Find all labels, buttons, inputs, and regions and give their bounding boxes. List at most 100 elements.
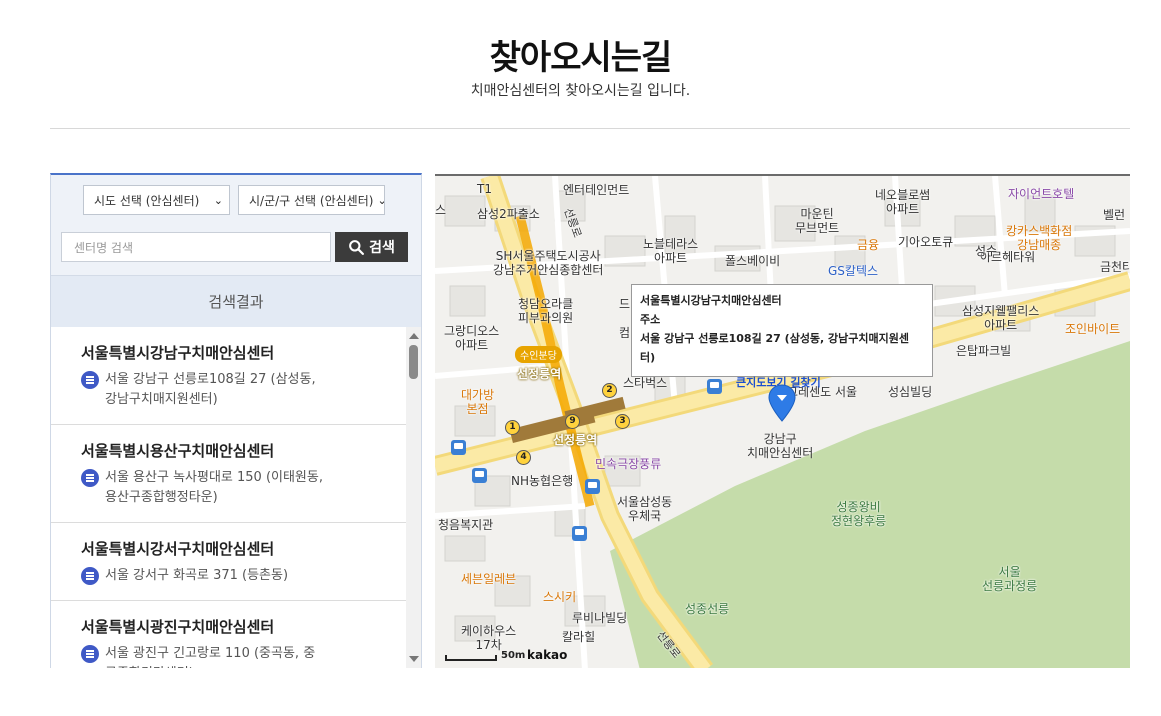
map-label: 금융 bbox=[857, 238, 880, 252]
map-label: 벨런 bbox=[1103, 208, 1126, 222]
list-icon bbox=[81, 371, 99, 389]
center-name: 서울특별시광진구치매안심센터 bbox=[81, 618, 275, 636]
scale-bar bbox=[445, 655, 497, 661]
bus-stop-icon[interactable] bbox=[451, 440, 466, 455]
search-icon bbox=[349, 239, 365, 255]
search-button-label: 검색 bbox=[369, 240, 395, 256]
map-label: 대가방 본점 bbox=[461, 388, 495, 416]
map-label: 은탑파크빌 bbox=[956, 344, 1012, 358]
center-name: 서울특별시강남구치매안심센터 bbox=[81, 344, 275, 362]
map-label: 마운틴 무브먼트 bbox=[795, 207, 840, 235]
title-divider bbox=[50, 128, 1130, 129]
map-label: 청담오라클 피부과의원 bbox=[518, 297, 574, 325]
station-label: 선정릉역 bbox=[517, 367, 562, 381]
map-label: 조인바이트 bbox=[1065, 322, 1121, 336]
location-marker-icon[interactable] bbox=[768, 384, 796, 422]
marker-label: 강남구 치매안심센터 bbox=[747, 432, 814, 460]
list-icon bbox=[81, 469, 99, 487]
map-label: 노블테라스 아파트 bbox=[643, 237, 699, 265]
map-label: 자이언트호텔 bbox=[1008, 187, 1075, 201]
info-address-label: 주소 bbox=[640, 313, 661, 326]
center-address: 서울 강서구 화곡로 371 (등촌동) bbox=[105, 568, 289, 583]
map-label: 캉카스백화점 강남매종 bbox=[1006, 224, 1073, 252]
map-label: 성종왕비 정현왕후릉 bbox=[831, 500, 887, 528]
map-label: 스 bbox=[435, 203, 447, 217]
list-item[interactable]: 서울특별시강서구치매안심센터 서울 강서구 화곡로 371 (등촌동) bbox=[51, 523, 406, 601]
list-icon bbox=[81, 567, 99, 585]
center-address: 서울 광진구 긴고랑로 110 (중곡동, 중곡종합건강센터) bbox=[105, 646, 316, 668]
results-list: 서울특별시강남구치매안심센터 서울 강남구 선릉로108길 27 (삼성동, 강… bbox=[51, 327, 421, 668]
subway-exit-1-icon: 1 bbox=[505, 420, 520, 435]
bus-stop-icon[interactable] bbox=[472, 468, 487, 483]
map-label: T1 bbox=[477, 182, 492, 196]
scroll-thumb[interactable] bbox=[409, 345, 418, 379]
bus-stop-icon[interactable] bbox=[707, 379, 722, 394]
station-label: 선정릉역 bbox=[553, 433, 598, 447]
info-address: 서울 강남구 선릉로108길 27 (삼성동, 강남구치매지원센터) bbox=[640, 332, 910, 364]
map-label: 성수 bbox=[975, 244, 998, 258]
center-address: 서울 용산구 녹사평대로 150 (이태원동, 용산구종합행정타운) bbox=[105, 470, 323, 505]
map-label: 세븐일레븐 bbox=[461, 572, 517, 586]
list-icon bbox=[81, 645, 99, 663]
bus-stop-icon[interactable] bbox=[572, 526, 587, 541]
map-label: 케이하우스 17차 bbox=[461, 624, 517, 652]
subway-exit-2-icon: 2 bbox=[602, 383, 617, 398]
center-name: 서울특별시강서구치매안심센터 bbox=[81, 540, 275, 558]
list-item[interactable]: 서울특별시용산구치매안심센터 서울 용산구 녹사평대로 150 (이태원동, 용… bbox=[51, 425, 406, 523]
map-label: 엔터테인먼트 bbox=[563, 183, 630, 197]
map-label: GS칼텍스 bbox=[828, 264, 879, 278]
scroll-down-arrow-icon[interactable] bbox=[409, 656, 419, 662]
map-label: SH서울주택도시공사 강남주거안심종합센터 bbox=[493, 249, 604, 277]
list-item[interactable]: 서울특별시광진구치매안심센터 서울 광진구 긴고랑로 110 (중곡동, 중곡종… bbox=[51, 601, 406, 668]
map-label: 성심빌딩 bbox=[888, 385, 933, 399]
map-label: 그랑디오스 아파트 bbox=[444, 324, 500, 352]
map-label: 기아오토큐 bbox=[898, 235, 954, 249]
gugun-select[interactable]: 시/군/구 선택 (안심센터) ⌄ bbox=[238, 185, 385, 215]
select-row: 시도 선택 (안심센터) ⌄ 시/군/구 선택 (안심센터) ⌄ bbox=[83, 185, 385, 215]
map-label: 스시키 bbox=[543, 590, 577, 604]
search-row: 센터명 검색 검색 bbox=[61, 232, 408, 262]
info-center-name: 서울특별시강남구치매안심센터 bbox=[640, 294, 782, 307]
map-label: 서울 선릉과정릉 bbox=[982, 565, 1038, 593]
center-address: 서울 강남구 선릉로108길 27 (삼성동, 강남구치매지원센터) bbox=[105, 372, 316, 407]
bus-stop-icon[interactable] bbox=[585, 479, 600, 494]
map-label: 청음복지관 bbox=[438, 518, 494, 532]
subway-exit-4-icon: 4 bbox=[516, 450, 531, 465]
scale-text: 50m bbox=[501, 650, 526, 661]
subway-exit-9-icon: 9 bbox=[565, 414, 580, 429]
chevron-down-icon: ⌄ bbox=[377, 194, 384, 207]
search-button[interactable]: 검색 bbox=[335, 232, 408, 262]
search-panel: 시도 선택 (안심센터) ⌄ 시/군/구 선택 (안심센터) ⌄ 센터명 검색 … bbox=[50, 173, 422, 668]
map-scale: 50m bbox=[445, 650, 525, 661]
map-view[interactable]: T1 삼성2파출소 스 SH서울주택도시공사 강남주거안심종합센터 청담오라클 … bbox=[435, 174, 1130, 668]
map-label: 폴스베이비 bbox=[725, 254, 781, 268]
gugun-select-value: 시/군/구 선택 (안심센터) bbox=[249, 193, 374, 208]
center-name: 서울특별시용산구치매안심센터 bbox=[81, 442, 275, 460]
map-label: 드 bbox=[619, 297, 631, 311]
map-label: 민속극장풍류 bbox=[595, 457, 662, 471]
results-scrollbar[interactable] bbox=[406, 327, 421, 668]
map-brand: kakao bbox=[527, 648, 568, 662]
map-label: 네오블로썸 아파트 bbox=[875, 188, 931, 216]
map-label: 루비나빌딩 bbox=[572, 611, 628, 625]
map-label: 스타벅스 bbox=[623, 376, 668, 390]
sido-select[interactable]: 시도 선택 (안심센터) ⌄ bbox=[83, 185, 230, 215]
map-label: 삼성지웰팰리스 아파트 bbox=[962, 304, 1040, 332]
scroll-up-arrow-icon[interactable] bbox=[409, 333, 419, 339]
list-item[interactable]: 서울특별시강남구치매안심센터 서울 강남구 선릉로108길 27 (삼성동, 강… bbox=[51, 327, 406, 425]
map-label: 서울삼성동 우체국 bbox=[617, 495, 673, 523]
map-label: 금천타 bbox=[1100, 260, 1130, 274]
results-heading: 검색결과 bbox=[51, 275, 421, 327]
chevron-down-icon: ⌄ bbox=[213, 193, 223, 207]
page-subtitle: 치매안심센터의 찾아오시는길 입니다. bbox=[470, 83, 691, 99]
map-label: 칼라힐 bbox=[562, 630, 596, 644]
sido-select-value: 시도 선택 (안심센터) bbox=[94, 193, 200, 208]
subway-line-tag: 수인분당 bbox=[515, 346, 562, 363]
map-label: 컴 bbox=[619, 326, 631, 340]
map-label: NH농협은행 bbox=[511, 474, 574, 488]
page-title: 찾아오시는길 bbox=[489, 38, 673, 78]
subway-exit-3-icon: 3 bbox=[615, 414, 630, 429]
map-label: 삼성2파출소 bbox=[477, 207, 540, 221]
center-search-input[interactable]: 센터명 검색 bbox=[61, 232, 331, 262]
map-label: 성종선릉 bbox=[685, 602, 730, 616]
